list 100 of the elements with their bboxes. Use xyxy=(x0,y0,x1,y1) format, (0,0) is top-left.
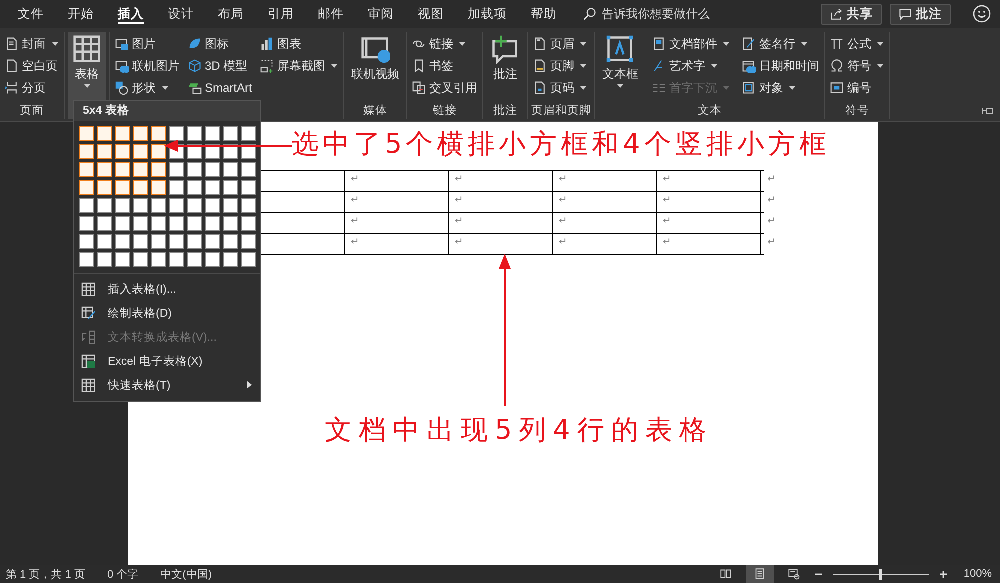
grid-cell[interactable] xyxy=(169,216,184,231)
comments-button[interactable]: 批注 xyxy=(890,4,951,24)
grid-cell[interactable] xyxy=(133,144,148,159)
ribbon-button[interactable]: 交叉引用 xyxy=(410,78,480,98)
grid-cell[interactable] xyxy=(187,216,202,231)
ribbon-button[interactable]: 艺术字 xyxy=(650,56,732,76)
menu-tab[interactable]: 文件 xyxy=(6,0,56,28)
ribbon-button[interactable]: 日期和时间 xyxy=(740,56,822,76)
grid-cell[interactable] xyxy=(115,180,130,195)
ribbon-button[interactable]: 空白页 xyxy=(3,56,61,76)
grid-cell[interactable] xyxy=(169,234,184,249)
grid-cell[interactable] xyxy=(97,234,112,249)
grid-cell[interactable] xyxy=(187,252,202,267)
grid-cell[interactable] xyxy=(79,144,94,159)
grid-cell[interactable] xyxy=(133,198,148,213)
ribbon-large-button[interactable]: 批注 xyxy=(486,32,524,103)
zoom-in-icon[interactable] xyxy=(938,570,948,578)
ribbon-button[interactable]: 图标 xyxy=(186,34,254,54)
menu-tab[interactable]: 邮件 xyxy=(306,0,356,28)
grid-cell[interactable] xyxy=(205,216,220,231)
grid-cell[interactable] xyxy=(151,162,166,177)
grid-cell[interactable] xyxy=(205,126,220,141)
ribbon-button[interactable]: 图片 xyxy=(113,34,182,54)
grid-cell[interactable] xyxy=(169,252,184,267)
menu-item[interactable]: 快速表格(T) xyxy=(74,373,260,397)
menu-item[interactable]: 绘制表格(D) xyxy=(74,301,260,325)
menu-item[interactable]: Excel 电子表格(X) xyxy=(74,349,260,373)
grid-cell[interactable] xyxy=(133,252,148,267)
ribbon-button[interactable]: 页码 xyxy=(531,78,590,98)
grid-cell[interactable] xyxy=(241,162,256,177)
grid-cell[interactable] xyxy=(97,252,112,267)
ribbon-button[interactable]: 对象 xyxy=(740,78,822,98)
grid-cell[interactable] xyxy=(205,180,220,195)
grid-cell[interactable] xyxy=(115,198,130,213)
smiley-icon[interactable] xyxy=(973,5,991,23)
grid-cell[interactable] xyxy=(223,216,238,231)
grid-cell[interactable] xyxy=(133,180,148,195)
grid-cell[interactable] xyxy=(205,234,220,249)
grid-cell[interactable] xyxy=(79,234,94,249)
share-button[interactable]: 共享 xyxy=(821,4,882,24)
grid-cell[interactable] xyxy=(115,252,130,267)
grid-cell[interactable] xyxy=(133,234,148,249)
ribbon-button[interactable]: 文档部件 xyxy=(650,34,732,54)
ribbon-large-button[interactable]: 联机视频 xyxy=(347,32,404,103)
ribbon-button[interactable]: 联机图片 xyxy=(113,56,182,76)
grid-cell[interactable] xyxy=(241,180,256,195)
grid-cell[interactable] xyxy=(97,198,112,213)
grid-cell[interactable] xyxy=(133,162,148,177)
menu-tab[interactable]: 视图 xyxy=(406,0,456,28)
ribbon-button[interactable]: 图表 xyxy=(258,34,340,54)
grid-cell[interactable] xyxy=(223,252,238,267)
menu-tab[interactable]: 加载项 xyxy=(456,0,519,28)
ribbon-button[interactable]: 符号 xyxy=(828,56,886,76)
grid-cell[interactable] xyxy=(151,252,166,267)
grid-cell[interactable] xyxy=(223,180,238,195)
grid-cell[interactable] xyxy=(241,252,256,267)
grid-cell[interactable] xyxy=(205,252,220,267)
grid-cell[interactable] xyxy=(187,162,202,177)
view-button[interactable] xyxy=(746,565,774,583)
grid-cell[interactable] xyxy=(79,126,94,141)
grid-cell[interactable] xyxy=(97,144,112,159)
grid-cell[interactable] xyxy=(79,180,94,195)
ribbon-button[interactable]: 编号 xyxy=(828,78,886,98)
grid-cell[interactable] xyxy=(115,162,130,177)
menu-item[interactable]: 插入表格(I)... xyxy=(74,277,260,301)
grid-cell[interactable] xyxy=(115,126,130,141)
grid-cell[interactable] xyxy=(169,126,184,141)
menu-tab[interactable]: 插入 xyxy=(106,0,156,28)
grid-cell[interactable] xyxy=(151,198,166,213)
grid-cell[interactable] xyxy=(115,216,130,231)
grid-cell[interactable] xyxy=(151,180,166,195)
grid-cell[interactable] xyxy=(169,180,184,195)
ribbon-button[interactable]: 屏幕截图 xyxy=(258,56,340,76)
grid-cell[interactable] xyxy=(97,162,112,177)
ribbon-button[interactable]: 分页 xyxy=(3,78,61,98)
grid-cell[interactable] xyxy=(79,216,94,231)
ribbon-button[interactable]: 链接 xyxy=(410,34,480,54)
grid-cell[interactable] xyxy=(187,198,202,213)
grid-cell[interactable] xyxy=(133,216,148,231)
menu-tab[interactable]: 审阅 xyxy=(356,0,406,28)
ribbon-button[interactable]: 公式 xyxy=(828,34,886,54)
menu-tab[interactable]: 引用 xyxy=(256,0,306,28)
ribbon-large-button[interactable]: 文本框 xyxy=(598,32,642,103)
grid-cell[interactable] xyxy=(187,180,202,195)
grid-cell[interactable] xyxy=(187,234,202,249)
grid-cell[interactable] xyxy=(79,252,94,267)
grid-cell[interactable] xyxy=(79,162,94,177)
search-field[interactable]: 告诉我你想要做什么 xyxy=(583,7,763,21)
ribbon-button[interactable]: 3D 模型 xyxy=(186,56,254,76)
grid-cell[interactable] xyxy=(223,126,238,141)
ribbon-button[interactable]: 页眉 xyxy=(531,34,590,54)
grid-cell[interactable] xyxy=(205,198,220,213)
ribbon-button[interactable]: 形状 xyxy=(113,78,182,98)
grid-cell[interactable] xyxy=(169,162,184,177)
grid-cell[interactable] xyxy=(205,162,220,177)
grid-cell[interactable] xyxy=(223,162,238,177)
ribbon-button[interactable]: 封面 xyxy=(3,34,61,54)
grid-cell[interactable] xyxy=(241,234,256,249)
grid-cell[interactable] xyxy=(79,198,94,213)
ribbon-button[interactable]: 签名行 xyxy=(740,34,822,54)
